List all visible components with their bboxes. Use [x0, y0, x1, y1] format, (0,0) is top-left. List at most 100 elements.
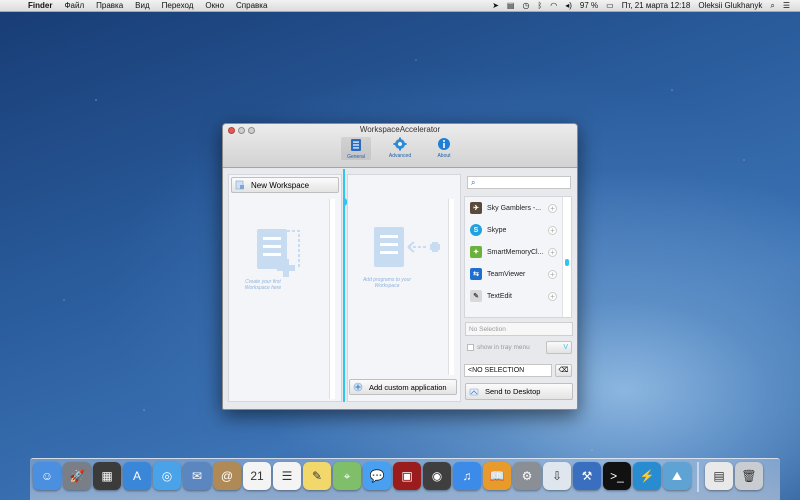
photo-booth-icon[interactable]: ▣: [393, 462, 421, 490]
send-to-desktop-button[interactable]: Send to Desktop: [465, 383, 573, 400]
itunes-icon[interactable]: ♫: [453, 462, 481, 490]
bluetooth-icon[interactable]: ᛒ: [533, 1, 546, 10]
tray-options-button[interactable]: V: [546, 341, 572, 354]
app-store-icon[interactable]: A: [123, 462, 151, 490]
ibooks-icon[interactable]: 📖: [483, 462, 511, 490]
xcode-icon[interactable]: ⚒: [573, 462, 601, 490]
application-list[interactable]: ✈ Sky Gamblers -... + S Skype + ✦ SmartM…: [464, 196, 572, 318]
toolbar: General Advanced About: [341, 137, 459, 160]
trash-icon[interactable]: 🗑: [735, 462, 763, 490]
add-app-plus-icon[interactable]: +: [548, 269, 557, 279]
workspace-list-panel[interactable]: New Workspace Create your first Workspac…: [228, 174, 342, 402]
tab-general[interactable]: General: [341, 137, 371, 160]
teamviewer-icon: ⇆: [470, 268, 482, 280]
dock-separator: [697, 462, 699, 492]
programs-scrollbar[interactable]: [448, 199, 454, 375]
sky-gamblers-icon: ✈: [470, 202, 482, 214]
add-programs-placeholder-icon: [374, 227, 440, 267]
battery-status[interactable]: 97 %: [576, 1, 602, 10]
system-preferences-icon[interactable]: ⚙: [513, 462, 541, 490]
list-item[interactable]: ✈ Sky Gamblers -... +: [465, 197, 571, 219]
app-name: SmartMemoryCl...: [487, 248, 544, 256]
new-workspace-button[interactable]: New Workspace: [231, 177, 339, 193]
tab-general-label: General: [347, 154, 365, 160]
notification-center-icon[interactable]: ☰: [779, 1, 794, 10]
workspace-tray-icon[interactable]: ▤: [503, 1, 519, 10]
window-titlebar[interactable]: WorkspaceAccelerator General Advanced Ab…: [223, 124, 577, 168]
workspace-placeholder-icon: [257, 229, 300, 277]
timemachine-icon[interactable]: ◷: [518, 1, 533, 10]
documents-icon[interactable]: ▤: [705, 462, 733, 490]
add-app-plus-icon[interactable]: +: [548, 225, 557, 235]
send-to-desktop-label: Send to Desktop: [485, 387, 541, 396]
window-content: New Workspace Create your first Workspac…: [223, 169, 577, 409]
checkbox-box[interactable]: [467, 344, 474, 351]
workspace-placeholder-text: Create your first Workspace here: [244, 279, 282, 292]
show-in-tray-checkbox[interactable]: show in tray menu: [467, 344, 530, 351]
preview-icon[interactable]: ⛰: [663, 462, 691, 490]
menu-file[interactable]: Файл: [58, 1, 90, 10]
spotlight-icon[interactable]: ⌕: [766, 1, 778, 11]
workspace-accelerator-icon[interactable]: ⚡: [633, 462, 661, 490]
clock[interactable]: Пт, 21 марта 12:18: [618, 1, 695, 10]
facetime-icon[interactable]: ◉: [423, 462, 451, 490]
app-list-scrollbar[interactable]: [562, 197, 571, 317]
list-item[interactable]: ⇆ TeamViewer +: [465, 263, 571, 285]
menu-app-name[interactable]: Finder: [22, 1, 58, 10]
input-source-flag-icon[interactable]: ▭: [602, 1, 618, 10]
scroll-thumb[interactable]: [565, 259, 569, 266]
list-item[interactable]: S Skype +: [465, 219, 571, 241]
messages-icon[interactable]: 💬: [363, 462, 391, 490]
downloads-icon[interactable]: ⇩: [543, 462, 571, 490]
menu-go[interactable]: Переход: [156, 1, 200, 10]
menu-edit[interactable]: Правка: [90, 1, 129, 10]
menu-help[interactable]: Справка: [230, 1, 273, 10]
list-icon: [349, 138, 363, 152]
reminders-icon[interactable]: ☰: [273, 462, 301, 490]
add-custom-application-button[interactable]: Add custom application: [349, 379, 457, 395]
app-search-field[interactable]: ⌕: [467, 176, 571, 189]
list-item[interactable]: ✦ SmartMemoryCl... +: [465, 241, 571, 263]
clear-hotkey-button[interactable]: ⌫: [555, 364, 572, 377]
maps-icon[interactable]: ⌖: [333, 462, 361, 490]
tab-about[interactable]: About: [429, 137, 459, 160]
menu-window[interactable]: Окно: [199, 1, 230, 10]
mail-icon[interactable]: ✉: [183, 462, 211, 490]
window-title: WorkspaceAccelerator: [359, 125, 441, 134]
gear-icon: [393, 137, 407, 151]
list-item[interactable]: ✎ TextEdit +: [465, 285, 571, 307]
add-app-plus-icon[interactable]: +: [548, 247, 557, 257]
add-app-plus-icon[interactable]: +: [548, 291, 557, 301]
selection-name-field[interactable]: No Selection: [465, 322, 573, 336]
mission-control-icon[interactable]: ▦: [93, 462, 121, 490]
info-icon: [437, 137, 451, 151]
terminal-icon[interactable]: >_: [603, 462, 631, 490]
new-workspace-label: New Workspace: [251, 180, 310, 190]
finder-icon[interactable]: ☺: [33, 462, 61, 490]
launchpad-icon[interactable]: 🚀: [63, 462, 91, 490]
add-app-plus-icon[interactable]: +: [548, 203, 557, 213]
add-programs-placeholder-text: Add programs to your Workspace: [362, 277, 412, 290]
workspace-scrollbar[interactable]: [329, 199, 335, 399]
tab-advanced[interactable]: Advanced: [385, 137, 415, 160]
app-name: TextEdit: [487, 292, 512, 300]
calendar-icon[interactable]: 21: [243, 462, 271, 490]
workspace-programs-panel[interactable]: Add programs to your Workspace: [347, 174, 461, 402]
wifi-icon[interactable]: ◠: [546, 1, 561, 10]
menu-view[interactable]: Вид: [129, 1, 155, 10]
volume-icon[interactable]: ◂): [561, 1, 576, 10]
safari-icon[interactable]: ◎: [153, 462, 181, 490]
smartmemorycleaner-icon: ✦: [470, 246, 482, 258]
menu-extras: ➤ ▤ ◷ ᛒ ◠ ◂) 97 % ▭ Пт, 21 марта 12:18 O…: [488, 1, 800, 11]
textedit-icon: ✎: [470, 290, 482, 302]
add-custom-application-label: Add custom application: [369, 382, 447, 392]
add-app-icon: [353, 382, 363, 392]
dock-icons: ☺ 🚀 ▦ A ◎ ✉ @21 ☰ ✎ ⌖ 💬 ▣ ◉ ♫ 📖 ⚙ ⇩ ⚒ >_ ⚡ ⛰ ▤ 🗑: [33, 462, 763, 492]
hotkey-field[interactable]: <NO SELECTION: [464, 364, 552, 377]
user-name[interactable]: Oleksii Glukhanyk: [694, 1, 766, 10]
app-name: Sky Gamblers -...: [487, 204, 542, 212]
location-icon[interactable]: ➤: [488, 1, 503, 10]
contacts-icon[interactable]: @: [213, 462, 241, 490]
notes-icon[interactable]: ✎: [303, 462, 331, 490]
skype-icon: S: [470, 224, 482, 236]
